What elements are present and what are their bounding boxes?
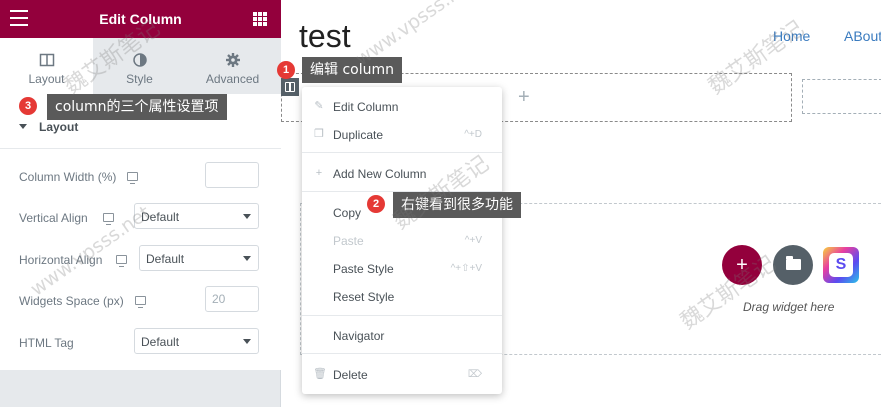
nav-link-home[interactable]: Home bbox=[773, 28, 810, 44]
menu-item-reset-style[interactable]: Reset Style bbox=[302, 283, 502, 309]
monitor-icon[interactable] bbox=[116, 255, 127, 267]
drag-widget-hint: Drag widget here bbox=[743, 300, 835, 314]
tab-style[interactable]: Style bbox=[93, 38, 186, 94]
caret-down-icon bbox=[19, 124, 27, 129]
menu-item-label: Copy bbox=[333, 206, 362, 220]
folder-icon bbox=[786, 256, 801, 270]
panel-header: Edit Column bbox=[0, 0, 281, 38]
half-circle-icon bbox=[132, 53, 147, 67]
gear-icon bbox=[225, 53, 240, 67]
tab-layout-label: Layout bbox=[28, 72, 65, 86]
monitor-icon[interactable] bbox=[127, 172, 138, 184]
annotation-badge-2: 2 bbox=[367, 195, 385, 213]
tab-advanced-label: Advanced bbox=[205, 72, 260, 86]
s-logo-button[interactable]: S bbox=[823, 247, 859, 283]
site-title[interactable]: test bbox=[299, 18, 351, 55]
monitor-icon[interactable] bbox=[103, 213, 114, 225]
menu-item-paste-style[interactable]: Paste Style ^+⇧+V bbox=[302, 255, 502, 281]
annotation-edit-column: 编辑 column bbox=[302, 57, 402, 83]
vertical-align-control: Vertical Align Default bbox=[0, 203, 281, 233]
vertical-align-select[interactable]: Default bbox=[134, 203, 259, 229]
column-width-label: Column Width (%) bbox=[19, 170, 117, 184]
menu-item-label: Navigator bbox=[333, 329, 385, 343]
context-menu: ✎ Edit Column ❐ Duplicate ^+D + Add New … bbox=[302, 87, 502, 394]
editor-panel: Edit Column Layout Style Advanced Layout… bbox=[0, 0, 281, 407]
menu-separator bbox=[302, 353, 502, 354]
menu-item-add-new-column[interactable]: + Add New Column bbox=[302, 160, 502, 186]
menu-item-edit-column[interactable]: ✎ Edit Column bbox=[302, 93, 502, 119]
html-tag-select[interactable]: Default bbox=[134, 328, 259, 354]
menu-separator bbox=[302, 152, 502, 153]
s-logo-icon: S bbox=[829, 253, 853, 277]
trash-icon: 🗑 bbox=[313, 368, 327, 380]
column-width-control: Column Width (%) bbox=[0, 162, 281, 192]
menu-separator bbox=[302, 315, 502, 316]
horizontal-align-select[interactable]: Default bbox=[139, 245, 259, 271]
menu-item-label: Paste bbox=[333, 234, 364, 248]
widgets-space-label: Widgets Space (px) bbox=[19, 294, 124, 308]
add-section-button[interactable]: + bbox=[722, 245, 762, 285]
panel-tabs: Layout Style Advanced bbox=[0, 38, 281, 94]
menu-shortcut: ^+D bbox=[464, 129, 482, 140]
plus-icon: + bbox=[315, 167, 323, 179]
menu-item-label: Add New Column bbox=[333, 167, 427, 181]
column-width-input[interactable] bbox=[205, 162, 259, 188]
vertical-align-label: Vertical Align bbox=[19, 211, 88, 225]
monitor-icon[interactable] bbox=[135, 296, 146, 308]
annotation-column-properties: column的三个属性设置项 bbox=[47, 94, 227, 120]
menu-shortcut: ^+⇧+V bbox=[450, 263, 482, 274]
column-icon bbox=[285, 82, 295, 92]
menu-item-paste[interactable]: Paste ^+V bbox=[302, 227, 502, 253]
tab-style-label: Style bbox=[126, 72, 153, 86]
menu-item-label: Edit Column bbox=[333, 100, 399, 114]
menu-shortcut: ⌦ bbox=[467, 369, 482, 380]
menu-item-label: Paste Style bbox=[333, 262, 394, 276]
menu-item-delete[interactable]: 🗑 Delete ⌦ bbox=[302, 361, 502, 387]
pencil-icon: ✎ bbox=[314, 100, 324, 112]
add-widget-plus-icon[interactable]: + bbox=[518, 86, 530, 109]
menu-item-duplicate[interactable]: ❐ Duplicate ^+D bbox=[302, 121, 502, 147]
html-tag-control: HTML Tag Default bbox=[0, 328, 281, 358]
menu-item-label: Duplicate bbox=[333, 128, 384, 142]
tab-advanced[interactable]: Advanced bbox=[186, 38, 279, 94]
annotation-badge-1: 1 bbox=[277, 61, 295, 79]
horizontal-align-control: Horizontal Align Default bbox=[0, 245, 281, 275]
menu-shortcut: ^+V bbox=[464, 235, 482, 246]
horizontal-align-label: Horizontal Align bbox=[19, 253, 103, 267]
layout-section: Layout Column Width (%) Vertical Align D… bbox=[0, 94, 281, 370]
widgets-grid-icon[interactable] bbox=[253, 12, 267, 26]
tab-layout[interactable]: Layout bbox=[0, 38, 93, 94]
menu-item-label: Reset Style bbox=[333, 290, 395, 304]
annotation-badge-3: 3 bbox=[19, 97, 37, 115]
html-tag-label: HTML Tag bbox=[19, 336, 74, 350]
annotation-right-click: 右键看到很多功能 bbox=[393, 192, 521, 218]
adjacent-column[interactable] bbox=[802, 79, 881, 114]
widgets-space-control: Widgets Space (px) 20 bbox=[0, 286, 281, 316]
menu-item-label: Delete bbox=[333, 368, 368, 382]
menu-item-navigator[interactable]: Navigator bbox=[302, 322, 502, 348]
template-library-button[interactable] bbox=[773, 245, 813, 285]
duplicate-icon: ❐ bbox=[314, 128, 324, 140]
layout-icon bbox=[39, 53, 54, 67]
widgets-space-input[interactable]: 20 bbox=[205, 286, 259, 312]
edit-column-handle[interactable] bbox=[281, 78, 299, 96]
nav-link-about[interactable]: ABout bbox=[844, 28, 881, 44]
panel-title: Edit Column bbox=[99, 11, 182, 27]
section-title: Layout bbox=[39, 120, 79, 134]
